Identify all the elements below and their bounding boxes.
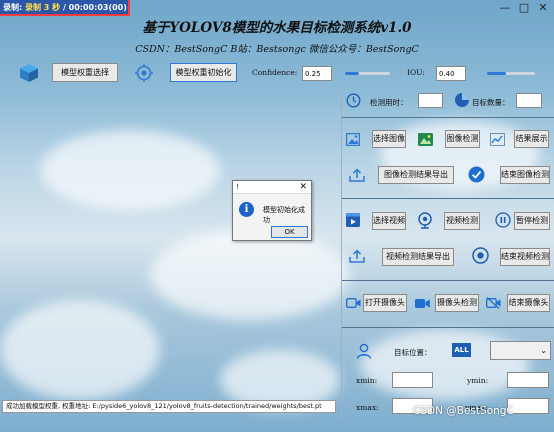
dialog-title: ! bbox=[236, 183, 239, 191]
close-button[interactable]: ✕ bbox=[534, 0, 552, 16]
minimize-button[interactable]: — bbox=[496, 0, 514, 16]
video-camera-icon bbox=[415, 299, 430, 308]
ymin-field bbox=[507, 372, 549, 388]
export-image-result-button[interactable]: 图像检测结果导出 bbox=[378, 166, 454, 184]
recording-separator: / bbox=[62, 3, 66, 12]
image-icon bbox=[346, 133, 360, 146]
iou-slider[interactable] bbox=[487, 72, 535, 75]
chevron-down-icon: ⌄ bbox=[540, 346, 547, 355]
image-detect-icon bbox=[418, 133, 433, 146]
export-icon bbox=[349, 249, 365, 263]
pause-icon bbox=[495, 212, 511, 228]
recording-label: 录制: bbox=[3, 3, 23, 12]
check-circle-icon bbox=[468, 166, 485, 183]
end-video-detect-button[interactable]: 结束视频检测 bbox=[500, 248, 550, 266]
recording-badge: 录制: 录制 3 秒 / 00:00:03(00) bbox=[0, 0, 130, 16]
camera-icon bbox=[346, 298, 361, 308]
end-camera-button[interactable]: 结束摄像头 bbox=[507, 294, 550, 312]
user-icon bbox=[356, 343, 372, 359]
camera-off-icon bbox=[486, 297, 501, 309]
xmin-label: xmin: bbox=[356, 376, 378, 385]
xmin-field bbox=[392, 372, 433, 388]
confidence-slider-fill bbox=[345, 72, 359, 75]
video-file-icon bbox=[346, 213, 360, 227]
divider bbox=[342, 280, 554, 281]
dialog-message: 模型初始化成功 bbox=[263, 206, 305, 224]
status-bar: 成功加载模型权重, 权重地址: E:/pyside6_yolov8_121/yo… bbox=[2, 400, 336, 413]
target-select[interactable]: ⌄ bbox=[490, 341, 551, 360]
confidence-slider[interactable] bbox=[345, 72, 390, 75]
iou-slider-fill bbox=[487, 72, 507, 75]
clock-icon bbox=[346, 93, 361, 108]
select-image-button[interactable]: 选择图像 bbox=[372, 130, 406, 148]
pause-detect-button[interactable]: 暂停检测 bbox=[514, 212, 550, 230]
camera-detect-button[interactable]: 摄像头检测 bbox=[435, 294, 479, 312]
video-detect-button[interactable]: 视频检测 bbox=[444, 212, 480, 230]
export-icon bbox=[349, 168, 365, 182]
dialog-titlebar: ! ✕ bbox=[233, 181, 311, 194]
image-detect-button[interactable]: 图像检测 bbox=[445, 130, 480, 148]
show-result-button[interactable]: 结果展示 bbox=[514, 130, 549, 148]
init-model-button[interactable]: 模型权重初始化 bbox=[170, 63, 237, 82]
page-title: 基于YOLOV8模型的水果目标检测系统v1.0 bbox=[142, 20, 412, 36]
info-icon: i bbox=[239, 202, 254, 217]
divider bbox=[342, 327, 554, 328]
ymin-label: ymin: bbox=[467, 376, 489, 385]
confidence-label: Confidence: bbox=[252, 68, 298, 77]
xmax-label: xmax: bbox=[356, 403, 379, 412]
page-subtitle: CSDN：BestSongC B站：Bestsongc 微信公众号：BestSo… bbox=[135, 44, 419, 55]
detect-time-field bbox=[418, 93, 443, 108]
dialog-close-icon[interactable]: ✕ bbox=[299, 181, 307, 194]
panel-divider bbox=[341, 84, 342, 420]
divider bbox=[342, 198, 554, 199]
export-video-result-button[interactable]: 视频检测结果导出 bbox=[382, 248, 454, 266]
select-weights-button[interactable]: 模型权重选择 bbox=[52, 63, 118, 82]
recording-time: 00:00:03(00) bbox=[68, 3, 127, 12]
select-video-button[interactable]: 选择视频 bbox=[372, 212, 406, 230]
all-badge: ALL bbox=[452, 343, 471, 357]
cloud-decoration bbox=[0, 300, 160, 400]
target-count-label: 目标数量： bbox=[472, 98, 510, 107]
detect-time-label: 检测用时： bbox=[370, 98, 408, 107]
target-position-label: 目标位置： bbox=[394, 348, 432, 357]
maximize-button[interactable]: □ bbox=[515, 0, 533, 16]
target-count-field bbox=[516, 93, 542, 108]
iou-spinbox[interactable]: 0.40 bbox=[436, 66, 466, 81]
cloud-decoration bbox=[150, 230, 350, 320]
pie-chart-icon bbox=[455, 93, 469, 107]
iou-label: IOU: bbox=[407, 68, 425, 77]
line-chart-icon bbox=[490, 133, 505, 146]
cube-icon bbox=[20, 64, 38, 82]
stop-circle-icon bbox=[472, 247, 489, 264]
target-icon bbox=[135, 64, 153, 82]
divider bbox=[342, 117, 554, 118]
open-camera-button[interactable]: 打开摄像头 bbox=[363, 294, 407, 312]
cloud-decoration bbox=[40, 130, 220, 210]
end-image-detect-button[interactable]: 结束图像检测 bbox=[500, 166, 550, 184]
watermark: CSDN @BestSongC bbox=[413, 405, 514, 417]
message-dialog: ! ✕ i 模型初始化成功 OK bbox=[232, 180, 312, 241]
dialog-ok-button[interactable]: OK bbox=[271, 226, 308, 238]
confidence-spinbox[interactable]: 0.25 bbox=[302, 66, 332, 81]
recording-status: 录制 3 秒 bbox=[25, 3, 61, 12]
webcam-icon bbox=[418, 212, 432, 229]
